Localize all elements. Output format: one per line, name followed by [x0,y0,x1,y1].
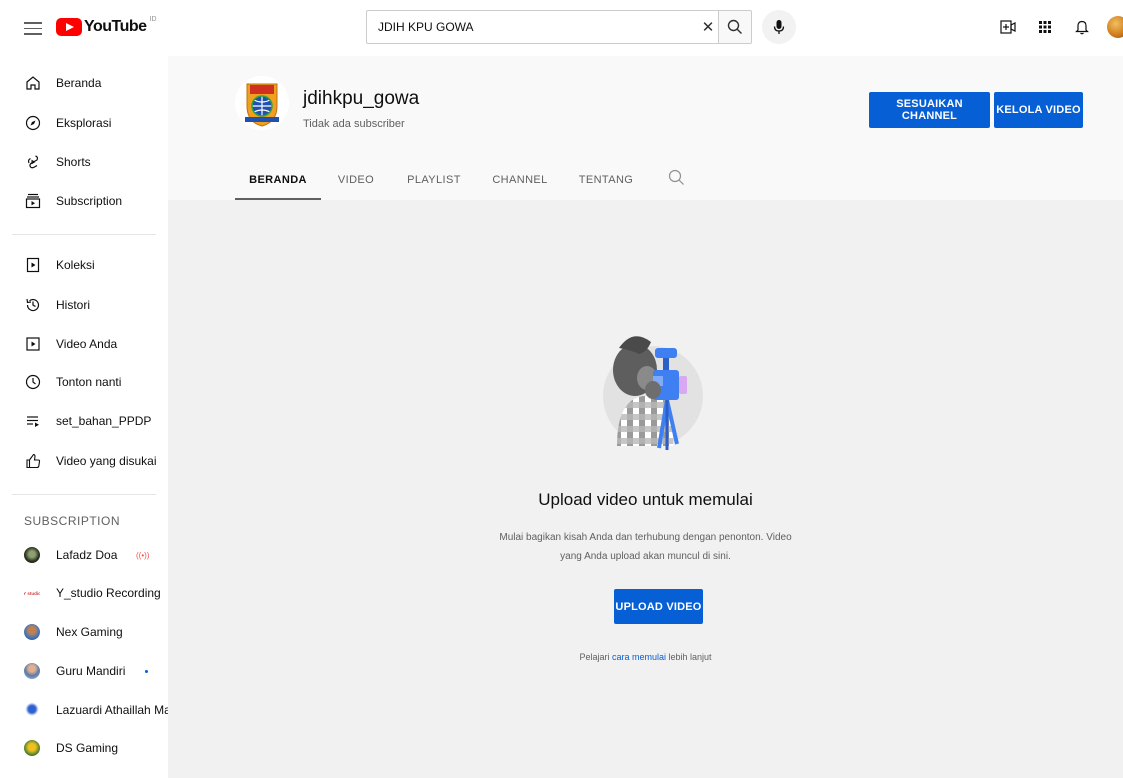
sidebar-item-label: Tonton nanti [56,375,122,389]
tab-playlist[interactable]: PLAYLIST [399,160,469,200]
account-avatar[interactable] [1107,16,1123,38]
search-box: ✕ [366,10,718,44]
compass-icon [24,114,42,132]
logo-text: YouTube [84,18,147,35]
learn-more-link[interactable]: cara memulai [612,652,666,662]
sidebar-item-label: Shorts [56,155,91,169]
jdih-logo-icon [235,76,289,130]
clear-search-icon[interactable]: ✕ [698,18,718,36]
avatar [24,740,40,756]
sidebar-item-label: Koleksi [56,258,95,272]
customize-channel-button[interactable]: SESUAIKAN CHANNEL [869,92,990,128]
learn-suffix: lebih lanjut [666,652,712,662]
empty-state-title: Upload video untuk memulai [538,490,753,509]
sidebar-item-eksplorasi[interactable]: Eksplorasi [0,104,168,142]
sidebar-item-label: Beranda [56,76,102,90]
subscription-label: Guru Mandiri [56,664,126,678]
youtube-logo[interactable]: YouTube ID [56,16,157,38]
channel-avatar[interactable] [235,76,289,130]
subscription-item[interactable]: Lafadz Doa ((•)) [0,536,168,574]
sidebar-item-shorts[interactable]: Shorts [0,143,168,181]
sidebar: Beranda Eksplorasi Shorts Subscription K… [0,56,181,778]
clock-icon [24,373,42,391]
upload-video-button[interactable]: UPLOAD VIDEO [614,589,703,624]
learn-more-text: Pelajari cara memulai lebih lanjut [168,652,1123,662]
sidebar-item-label: Video Anda [56,337,118,351]
channel-search-icon[interactable] [667,168,687,188]
playlist-icon [24,412,42,430]
apps-grid-icon [1039,21,1051,33]
empty-state-description: Mulai bagikan kisah Anda dan terhubung d… [499,532,792,562]
search-icon [727,19,742,34]
notifications-button[interactable] [1069,14,1095,40]
sidebar-item-label: Subscription [56,194,123,208]
sidebar-item-label: Video yang disukai [56,454,157,468]
tab-channel[interactable]: CHANNEL [485,160,555,200]
tab-beranda[interactable]: BERANDA [235,160,321,200]
subscriptions-icon [24,192,42,210]
avatar: Y studio [24,585,40,601]
thumbs-up-icon [24,452,42,470]
play-logo-icon [56,18,82,36]
sidebar-item-subscription[interactable]: Subscription [0,182,168,220]
region-code: ID [149,15,157,23]
top-bar: YouTube ID ✕ [0,0,1123,56]
live-badge-icon: ((•)) [136,550,150,560]
sidebar-divider [12,494,156,495]
bell-icon [1075,20,1089,35]
home-icon [24,74,42,92]
learn-prefix: Pelajari [579,652,612,662]
search-button[interactable] [718,10,752,44]
sidebar-item-beranda[interactable]: Beranda [0,64,168,102]
library-icon [24,256,42,274]
tab-tentang[interactable]: TENTANG [575,160,637,200]
apps-button[interactable] [1032,14,1058,40]
menu-icon[interactable] [24,18,42,38]
camera-person-illustration [603,336,703,450]
subscription-label: Y_studio Recording [56,586,161,600]
subscription-label: Lafadz Doa [56,548,118,562]
channel-name: jdihkpu_gowa [303,88,420,109]
create-video-icon [1000,20,1016,34]
sidebar-item-playlist[interactable]: set_bahan_PPDP [0,402,168,440]
channel-content: Upload video untuk memulai Mulai bagikan… [168,200,1123,778]
new-content-dot [145,669,148,673]
tab-video[interactable]: VIDEO [331,160,381,200]
search-input[interactable] [378,20,698,34]
sidebar-item-label: set_bahan_PPDP [56,414,152,428]
sidebar-item-koleksi[interactable]: Koleksi [0,246,168,284]
your-videos-icon [24,335,42,353]
create-button[interactable] [995,14,1021,40]
subscription-label: DS Gaming [56,741,119,755]
subscription-label: Nex Gaming [56,625,123,639]
microphone-icon [773,20,785,34]
avatar [24,547,40,563]
search-bar: ✕ [366,10,796,44]
subscription-item[interactable]: Nex Gaming [0,613,168,651]
shorts-icon [24,153,42,171]
sidebar-item-label: Eksplorasi [56,116,112,130]
sidebar-item-histori[interactable]: Histori [0,286,168,324]
subscription-heading: SUBSCRIPTION [24,514,121,528]
subscription-item[interactable]: Y studio Y_studio Recording [0,574,168,612]
channel-header: jdihkpu_gowa Tidak ada subscriber SESUAI… [168,56,1123,200]
avatar [24,702,40,718]
sidebar-divider [12,234,156,235]
history-icon [24,296,42,314]
subscription-item[interactable]: Lazuardi Athaillah Ma... [0,691,181,729]
sidebar-item-label: Histori [56,298,91,312]
subscription-label: Lazuardi Athaillah Ma... [56,703,181,717]
avatar [24,663,40,679]
sidebar-item-video-anda[interactable]: Video Anda [0,325,168,363]
voice-search-button[interactable] [762,10,796,44]
subscriber-count: Tidak ada subscriber [303,118,405,130]
subscription-item[interactable]: Guru Mandiri [0,652,168,690]
header-actions [984,14,1123,40]
sidebar-item-tonton-nanti[interactable]: Tonton nanti [0,363,168,401]
avatar [24,624,40,640]
sidebar-item-video-disukai[interactable]: Video yang disukai [0,442,168,480]
subscription-item[interactable]: DS Gaming [0,729,168,767]
manage-videos-button[interactable]: KELOLA VIDEO [994,92,1083,128]
